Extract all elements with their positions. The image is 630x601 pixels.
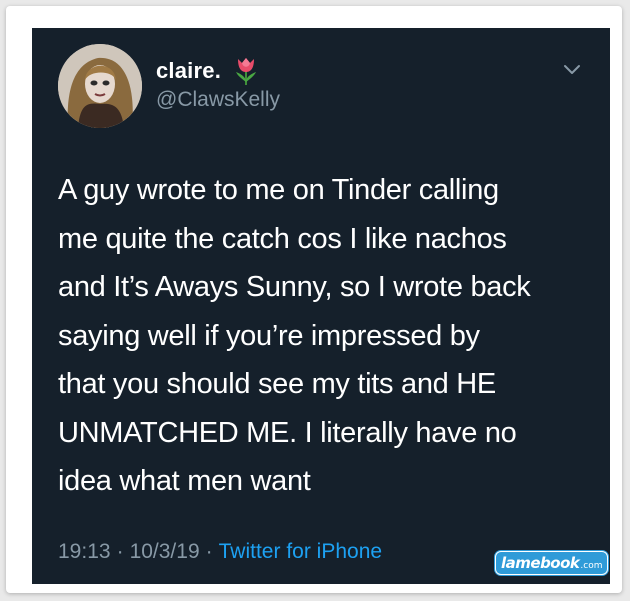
tweet-card[interactable]: claire. @ClawsKelly A guy wrote to me on… (32, 28, 610, 584)
user-handle[interactable]: @ClawsKelly (156, 88, 280, 112)
watermark-tld: .com (580, 561, 603, 571)
tweet-text-line: saying well if you’re impressed by (58, 319, 480, 352)
lamebook-watermark: lamebook .com (495, 551, 609, 575)
tweet-text-line: me quite the catch cos I like nachos (58, 222, 507, 255)
display-name[interactable]: claire. (156, 58, 221, 84)
watermark-brand: lamebook (501, 554, 580, 572)
screenshot-frame: claire. @ClawsKelly A guy wrote to me on… (6, 6, 622, 593)
tulip-icon (236, 58, 257, 85)
author-name-row[interactable]: claire. (156, 56, 259, 86)
tweet-source-link[interactable]: Twitter for iPhone (219, 540, 382, 564)
tweet-text-line: that you should see my tits and HE (58, 368, 496, 400)
meta-separator: · (116, 540, 124, 563)
tweet-date[interactable]: 10/3/19 (130, 540, 200, 564)
tweet-time[interactable]: 19:13 (58, 540, 111, 564)
tweet-text-line: UNMATCHED ME. I literally have no (58, 416, 517, 449)
tweet-text-line: and It’s Aways Sunny, so I wrote back (58, 271, 531, 303)
tweet-text-line: idea what men want (58, 465, 311, 497)
chevron-down-icon[interactable] (562, 62, 582, 76)
meta-separator: · (205, 540, 213, 563)
tweet-text: A guy wrote to me on Tinder calling me q… (58, 166, 598, 506)
tweet-text-line: A guy wrote to me on Tinder calling (58, 174, 499, 206)
tweet-meta: 19:13 · 10/3/19 · Twitter for iPhone (58, 540, 382, 564)
avatar[interactable] (58, 44, 142, 128)
